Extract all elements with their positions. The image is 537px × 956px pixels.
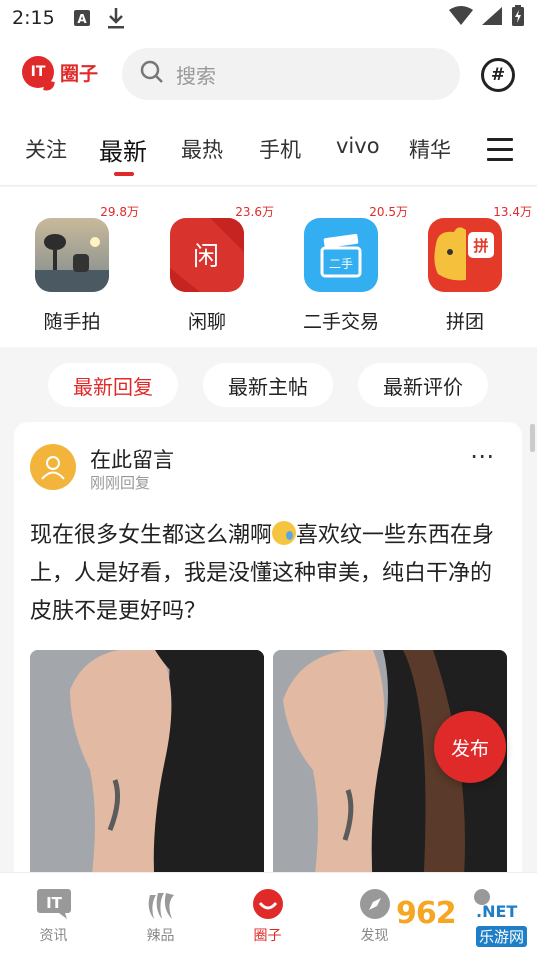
circle-name: 拼团: [445, 311, 484, 333]
chat-circle-icon: 闲: [170, 218, 244, 292]
svg-text:二手: 二手: [329, 257, 353, 271]
nav-hot-picks[interactable]: 辣品: [107, 873, 214, 956]
tab-latest[interactable]: 最新: [99, 132, 147, 167]
status-time: 2:15: [12, 7, 55, 29]
top-bar: IT 圈子 搜索 #: [0, 36, 537, 112]
app-logo[interactable]: IT 圈子: [22, 56, 98, 88]
watermark-net: .NET: [476, 902, 518, 921]
tab-phone[interactable]: 手机: [259, 134, 301, 164]
nav-label: 圈子: [253, 928, 282, 944]
chili-icon: [144, 887, 178, 921]
post-image-1[interactable]: [30, 650, 264, 890]
it-news-icon: IT: [36, 887, 71, 921]
it-logo-icon: IT: [22, 56, 54, 88]
svg-text:IT: IT: [46, 894, 63, 912]
circles-row: 29.8万 随手拍 23.6万 闲 闲聊 20.5万 二手 二手交易 13.4万: [0, 187, 537, 347]
svg-text:A: A: [77, 12, 87, 26]
circle-secondhand[interactable]: 20.5万 二手 二手交易: [274, 187, 408, 347]
tab-hot[interactable]: 最热: [181, 134, 223, 164]
sweat-emoji-icon: [272, 521, 297, 545]
menu-icon[interactable]: [487, 138, 513, 168]
download-icon: [107, 7, 125, 29]
post-author[interactable]: 在此留言: [90, 444, 174, 474]
avatar[interactable]: [30, 444, 76, 490]
circle-count: 29.8万: [100, 205, 139, 219]
site-watermark: 962 .NET 乐游网: [396, 896, 534, 952]
search-icon: [140, 60, 164, 88]
circle-count: 23.6万: [235, 205, 274, 219]
signal-icon: [481, 6, 503, 30]
filter-latest-post[interactable]: 最新主帖: [203, 363, 333, 407]
filter-latest-reply[interactable]: 最新回复: [48, 363, 178, 407]
svg-text:闲: 闲: [193, 242, 219, 272]
search-bar[interactable]: 搜索: [122, 48, 460, 100]
tab-follow[interactable]: 关注: [25, 134, 67, 164]
search-placeholder: 搜索: [176, 63, 216, 88]
publish-button[interactable]: 发布: [434, 711, 506, 783]
battery-icon: [511, 5, 525, 31]
circle-name: 闲聊: [187, 311, 226, 333]
circle-count: 13.4万: [493, 205, 532, 219]
svg-text:拼: 拼: [473, 237, 488, 255]
status-bar: 2:15 A: [0, 0, 537, 36]
hashtag-topic-button[interactable]: #: [481, 58, 515, 92]
circle-smile-icon: [251, 887, 285, 921]
nav-circle[interactable]: 圈子: [214, 873, 321, 956]
circle-snapshot[interactable]: 29.8万 随手拍: [5, 187, 139, 347]
post-time: 刚刚回复: [90, 474, 151, 492]
circle-group-buy[interactable]: 13.4万 拼 拼团: [398, 187, 532, 347]
circle-name: 二手交易: [302, 311, 379, 333]
sort-filters: 最新回复 最新主帖 最新评价: [0, 347, 537, 422]
nav-label: 资讯: [39, 928, 68, 944]
nav-label: 辣品: [146, 928, 175, 944]
category-tabs: 关注 最新 最热 手机 vivo 精华: [0, 112, 537, 186]
wifi-icon: [449, 6, 473, 30]
circle-chat[interactable]: 23.6万 闲 闲聊: [140, 187, 274, 347]
active-tab-indicator: [114, 172, 134, 176]
post-text: 现在很多女生都这么潮啊 喜欢纹一些东西在身上，人是好看，我是没懂这种审美，纯白干净…: [30, 517, 508, 631]
watermark-number: 962: [396, 896, 457, 931]
logo-label: 圈子: [60, 62, 99, 85]
secondhand-box-icon: 二手: [304, 218, 378, 292]
landscape-photo-icon: [35, 218, 109, 292]
post-text-part1: 现在很多女生都这么潮啊: [30, 523, 273, 548]
keyboard-a-icon: A: [73, 9, 91, 27]
more-options-icon[interactable]: ⋯: [470, 442, 496, 470]
compass-icon: [358, 887, 392, 921]
tab-vivo[interactable]: vivo: [336, 134, 380, 158]
nav-news[interactable]: IT 资讯: [0, 873, 107, 956]
filter-latest-review[interactable]: 最新评价: [358, 363, 488, 407]
group-buy-puzzle-icon: 拼: [428, 218, 502, 292]
tab-featured[interactable]: 精华: [409, 134, 451, 164]
scrollbar[interactable]: [530, 424, 535, 452]
watermark-sub: 乐游网: [476, 926, 528, 947]
circle-name: 随手拍: [43, 311, 101, 333]
